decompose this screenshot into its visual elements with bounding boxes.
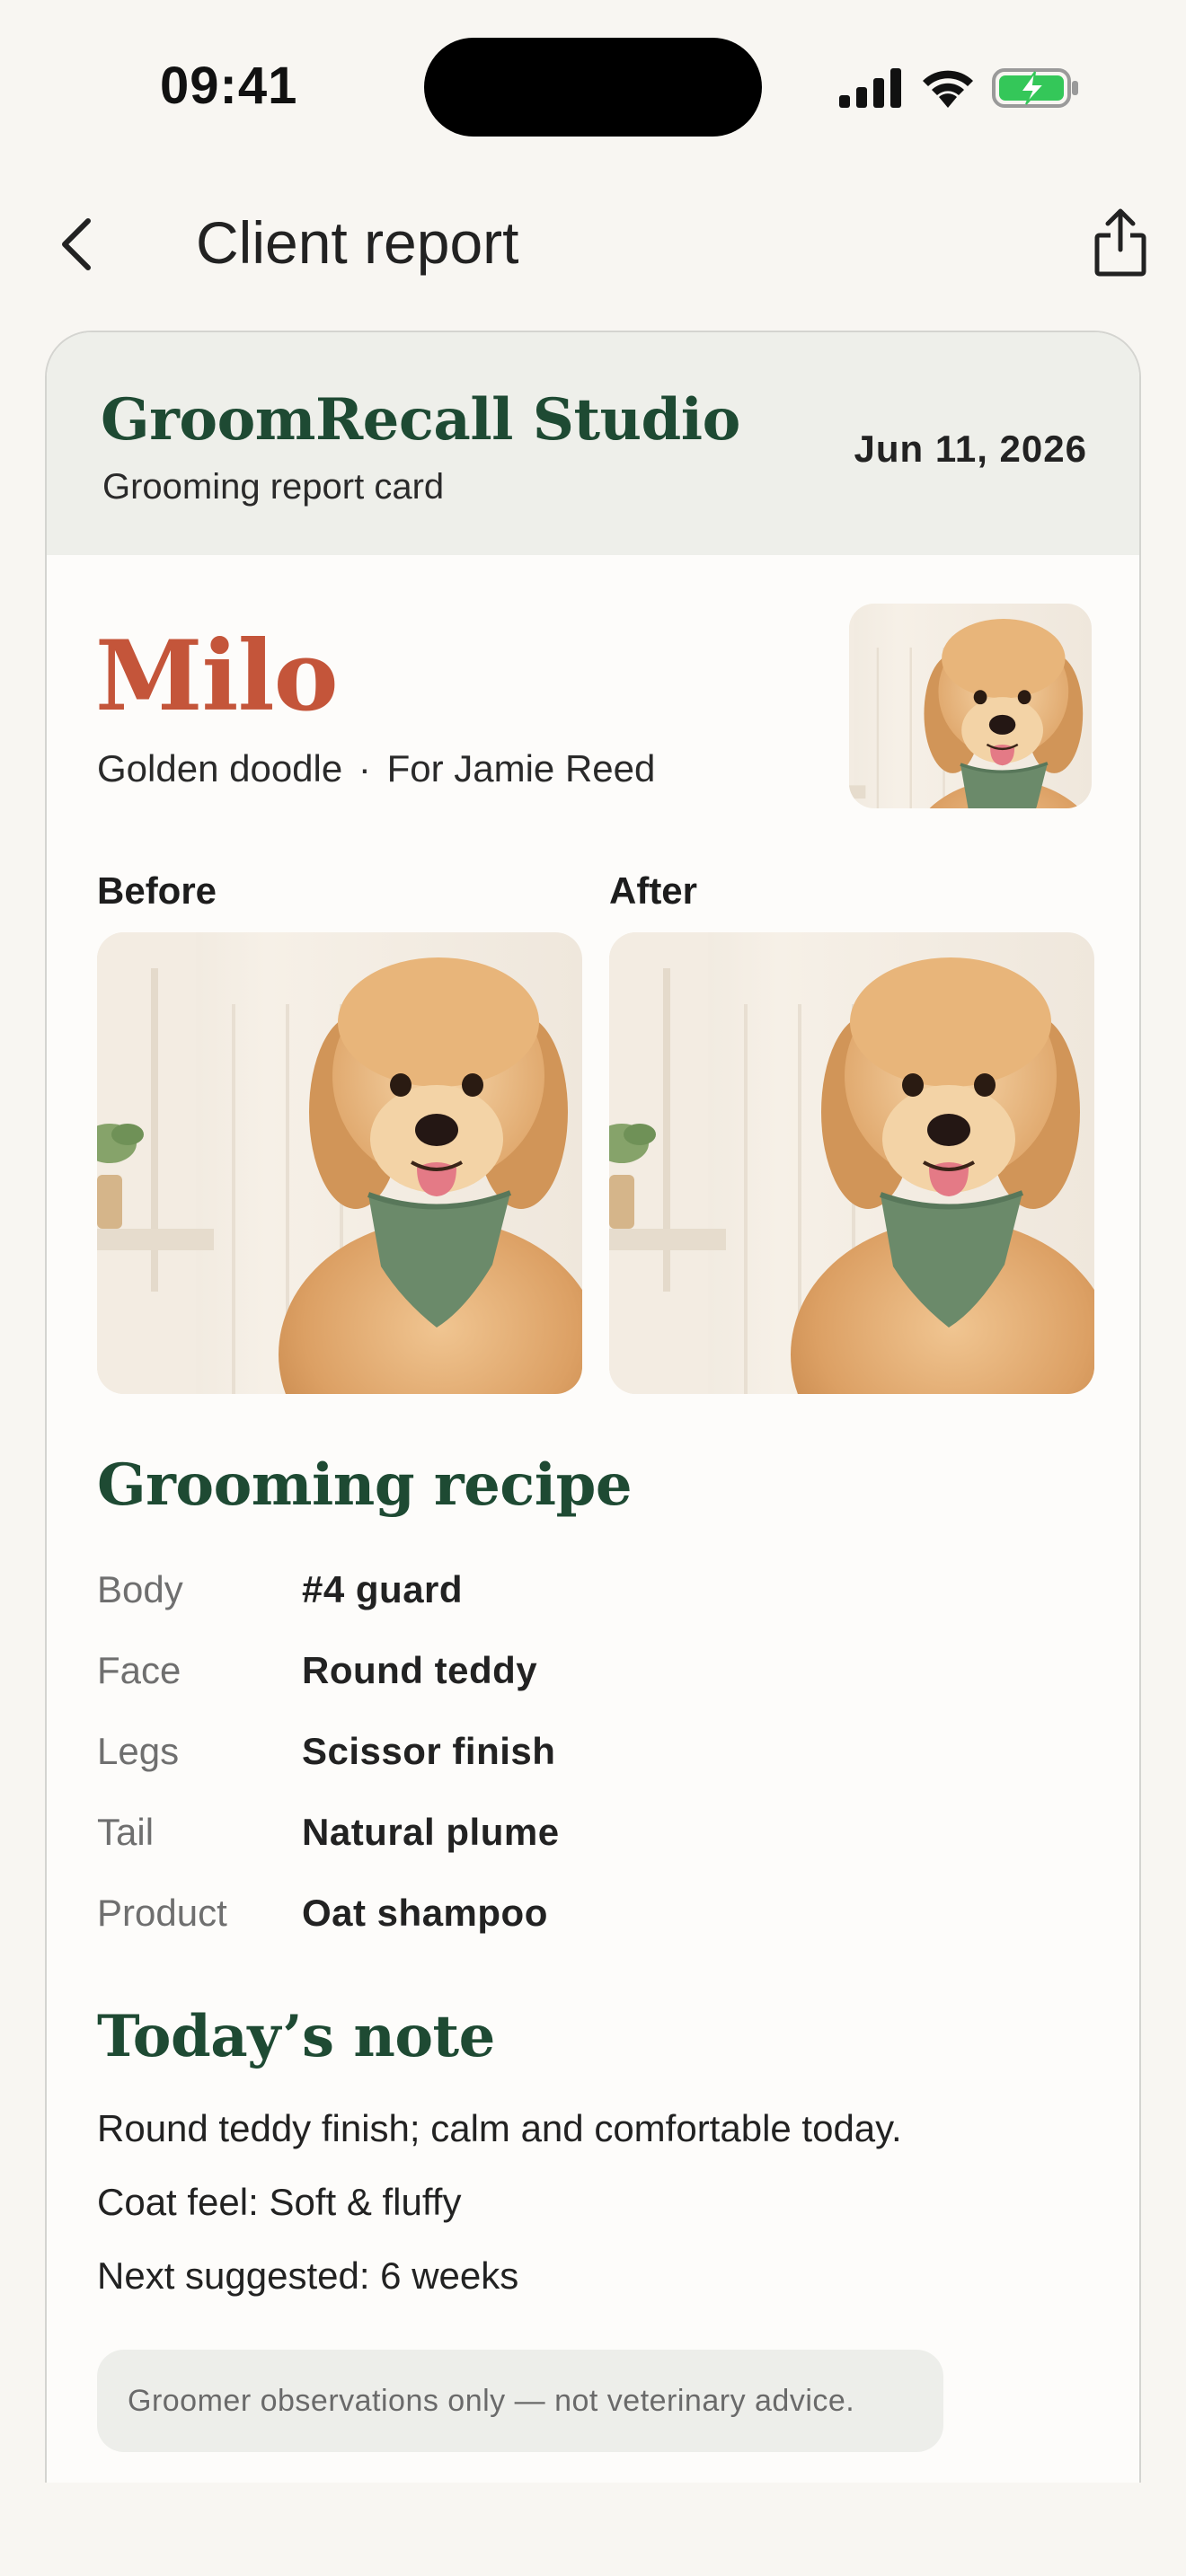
bottom-background — [0, 2483, 1186, 2576]
signal-icon — [839, 68, 901, 108]
recipe-row: Tail Natural plume — [97, 1811, 996, 1865]
status-time: 09:41 — [160, 57, 298, 115]
recipe-value: #4 guard — [302, 1568, 464, 1610]
separator: · — [358, 747, 371, 790]
back-button[interactable] — [52, 212, 102, 277]
page-title: Client report — [196, 209, 519, 276]
recipe-key: Product — [97, 1892, 227, 1934]
share-button[interactable] — [1093, 207, 1148, 278]
pet-breed: Golden doodle — [97, 747, 343, 790]
after-photo[interactable] — [609, 932, 1094, 1394]
studio-name: GroomRecall Studio — [101, 386, 740, 454]
note-line: Next suggested: 6 weeks — [97, 2254, 519, 2297]
before-photo[interactable] — [97, 932, 582, 1394]
recipe-value: Scissor finish — [302, 1730, 556, 1772]
pet-owner: For Jamie Reed — [386, 747, 656, 790]
recipe-value: Natural plume — [302, 1811, 560, 1853]
dynamic-island — [424, 38, 762, 137]
share-icon — [1094, 208, 1146, 277]
recipe-row: Face Round teddy — [97, 1649, 996, 1703]
recipe-value: Round teddy — [302, 1649, 538, 1691]
pet-subtitle: Golden doodle · For Jamie Reed — [97, 747, 655, 790]
battery-charging-icon — [992, 68, 1078, 108]
card-header: GroomRecall Studio Grooming report card … — [47, 332, 1139, 555]
note-line: Round teddy finish; calm and comfortable… — [97, 2107, 902, 2149]
status-bar: 09:41 — [0, 0, 1186, 171]
chevron-left-icon — [62, 218, 91, 270]
report-date: Jun 11, 2026 — [854, 428, 1087, 470]
status-icons — [839, 63, 1100, 113]
recipe-title: Grooming recipe — [97, 1451, 633, 1519]
note-line: Coat feel: Soft & fluffy — [97, 2181, 462, 2223]
recipe-key: Face — [97, 1649, 181, 1691]
after-label: After — [609, 869, 698, 912]
wifi-icon — [923, 70, 973, 108]
recipe-row: Body #4 guard — [97, 1568, 996, 1622]
recipe-row: Legs Scissor finish — [97, 1730, 996, 1784]
before-label: Before — [97, 869, 217, 912]
recipe-key: Tail — [97, 1811, 155, 1853]
report-subtitle: Grooming report card — [102, 467, 445, 507]
note-title: Today’s note — [97, 2003, 495, 2070]
recipe-row: Product Oat shampoo — [97, 1892, 996, 1945]
report-card: GroomRecall Studio Grooming report card … — [45, 331, 1141, 2576]
recipe-value: Oat shampoo — [302, 1892, 548, 1934]
disclaimer-box: Groomer observations only — not veterina… — [97, 2350, 943, 2452]
recipe-key: Legs — [97, 1730, 180, 1772]
pet-avatar[interactable] — [849, 604, 1092, 808]
recipe-key: Body — [97, 1568, 183, 1610]
pet-name: Milo — [95, 620, 339, 733]
disclaimer-text: Groomer observations only — not veterina… — [128, 2384, 855, 2418]
